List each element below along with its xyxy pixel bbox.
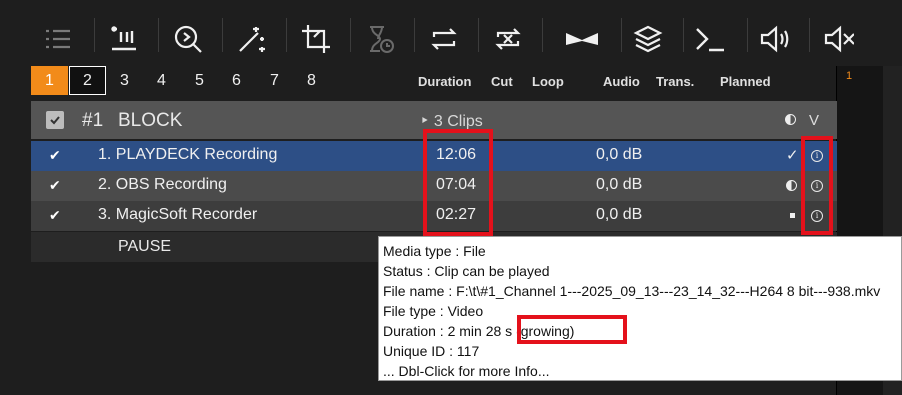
tab-8[interactable]: 8: [293, 66, 330, 95]
tooltip-file-type: File type : Video: [383, 303, 484, 319]
shuffle-icon[interactable]: [481, 12, 535, 66]
tab-6[interactable]: 6: [218, 66, 255, 95]
clip-count[interactable]: ‣ 3 Clips: [420, 111, 483, 131]
bowtie-icon[interactable]: [555, 12, 609, 66]
tab-1[interactable]: 1: [31, 66, 68, 95]
list-icon[interactable]: [31, 12, 85, 66]
tooltip-duration: Duration : 2 min 28 s (growing): [383, 323, 575, 339]
block-number: #1: [82, 110, 104, 131]
square-dot-icon: [790, 213, 795, 218]
crop-icon[interactable]: [289, 12, 343, 66]
tooltip-unique-id: Unique ID : 117: [383, 343, 480, 359]
info-tooltip: Media type : File Status : Clip can be p…: [378, 236, 902, 381]
timer-icon[interactable]: [353, 12, 407, 66]
tab-4[interactable]: 4: [143, 66, 180, 95]
side-line-number: 1: [846, 70, 853, 82]
column-duration[interactable]: Duration: [418, 74, 471, 89]
check-icon[interactable]: ✔: [49, 177, 61, 194]
tab-3[interactable]: 3: [106, 66, 143, 95]
loop-icon[interactable]: [417, 12, 471, 66]
check-icon[interactable]: ✔: [49, 207, 61, 224]
column-planned[interactable]: Planned: [720, 74, 771, 89]
block-checkbox[interactable]: [46, 111, 64, 129]
tab-2[interactable]: 2: [69, 66, 106, 95]
clip-audio: 0,0 dB: [596, 206, 643, 223]
highlight-box-info: [801, 136, 833, 235]
search-icon[interactable]: [161, 12, 215, 66]
pause-icon[interactable]: [97, 12, 151, 66]
clip-name: 1. PLAYDECK Recording: [98, 146, 278, 163]
halfmoon-icon[interactable]: [785, 114, 796, 125]
mute-icon[interactable]: [811, 12, 865, 66]
tooltip-media-type: Media type : File: [383, 243, 486, 259]
tab-5[interactable]: 5: [181, 66, 218, 95]
pause-label: PAUSE: [118, 238, 172, 255]
terminal-icon[interactable]: [683, 12, 737, 66]
column-cut[interactable]: Cut: [491, 74, 513, 89]
speaker-icon[interactable]: [747, 12, 801, 66]
tooltip-status: Status : Clip can be played: [383, 263, 550, 279]
planned-check: ✓: [786, 147, 799, 164]
layers-icon[interactable]: [621, 12, 675, 66]
tooltip-file-name: File name : F:\t\#1_Channel 1---2025_09_…: [383, 283, 881, 299]
clip-audio: 0,0 dB: [596, 176, 643, 193]
tooltip-more-info: ... Dbl-Click for more Info...: [383, 363, 550, 379]
toolbar: [31, 12, 869, 66]
highlight-box-growing: [517, 315, 627, 344]
column-trans[interactable]: Trans.: [656, 74, 694, 89]
block-title: BLOCK: [118, 110, 183, 131]
column-audio[interactable]: Audio: [603, 74, 640, 89]
magic-wand-icon[interactable]: [225, 12, 279, 66]
check-icon[interactable]: ✔: [49, 147, 61, 164]
column-loop[interactable]: Loop: [532, 74, 564, 89]
tab-7[interactable]: 7: [256, 66, 293, 95]
clip-name: 2. OBS Recording: [98, 176, 227, 193]
chevron-down-icon[interactable]: V: [809, 112, 819, 129]
clip-name: 3. MagicSoft Recorder: [98, 206, 258, 223]
halfmoon-icon[interactable]: [786, 180, 797, 191]
highlight-box-duration: [423, 129, 493, 236]
clip-audio: 0,0 dB: [596, 146, 643, 163]
